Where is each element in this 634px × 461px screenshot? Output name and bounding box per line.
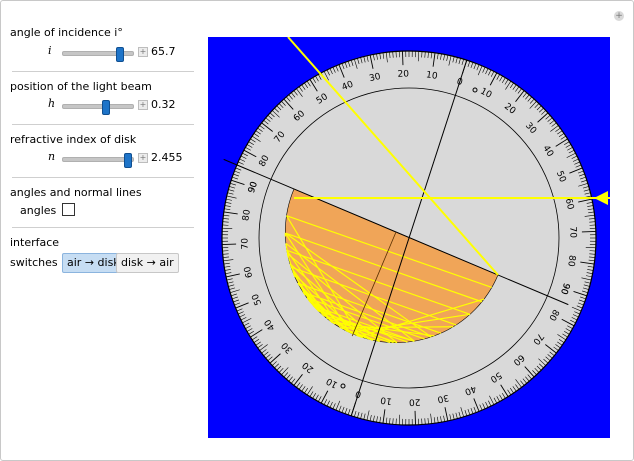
index-value: 2.455 xyxy=(151,151,183,164)
index-plus-icon[interactable]: + xyxy=(138,153,148,163)
disk-to-air-button[interactable]: disk → air xyxy=(116,253,179,273)
separator xyxy=(12,71,194,72)
angles-checkbox[interactable] xyxy=(62,203,75,216)
dial-number: 80 xyxy=(565,254,577,267)
angle-plus-icon[interactable]: + xyxy=(138,47,148,57)
angles-title: angles and normal lines xyxy=(10,186,142,199)
separator xyxy=(12,227,194,228)
index-var: n xyxy=(48,150,56,163)
position-title: position of the light beam xyxy=(10,80,152,93)
angle-slider-thumb[interactable] xyxy=(116,47,125,62)
beam-arrow-icon[interactable] xyxy=(594,191,608,205)
optics-scene[interactable]: 9080706050403020100102030405060708090908… xyxy=(208,37,610,438)
angles-checkbox-label: angles xyxy=(20,204,57,217)
add-control-icon[interactable]: + xyxy=(614,11,624,21)
separator xyxy=(12,124,194,125)
angle-slider[interactable] xyxy=(62,47,134,62)
angle-value: 65.7 xyxy=(151,45,176,58)
dial-number: 10 xyxy=(380,394,393,406)
position-value: 0.32 xyxy=(151,98,176,111)
plot-area: 9080706050403020100102030405060708090908… xyxy=(208,37,610,438)
dial-number: 70 xyxy=(567,226,577,238)
separator xyxy=(12,177,194,178)
position-slider[interactable] xyxy=(62,100,134,115)
position-plus-icon[interactable]: + xyxy=(138,100,148,110)
position-slider-thumb[interactable] xyxy=(102,100,111,115)
position-var: h xyxy=(48,97,56,110)
index-slider-thumb[interactable] xyxy=(124,153,133,168)
angle-title: angle of incidence i° xyxy=(10,26,123,39)
switches-label: switches xyxy=(10,256,58,269)
dial-number: 20 xyxy=(409,396,421,406)
angle-control: i + 65.7 xyxy=(4,44,194,62)
dial-number: 70 xyxy=(240,238,250,250)
index-title: refractive index of disk xyxy=(10,133,137,146)
interface-title: interface xyxy=(10,236,60,249)
angle-var: i xyxy=(48,44,52,57)
dial-number: 80 xyxy=(241,209,253,222)
dial-number: 20 xyxy=(397,69,409,79)
position-control: h + 0.32 xyxy=(4,97,194,115)
index-slider[interactable] xyxy=(62,153,134,168)
dial-number: 10 xyxy=(425,70,438,82)
index-control: n + 2.455 xyxy=(4,150,194,168)
